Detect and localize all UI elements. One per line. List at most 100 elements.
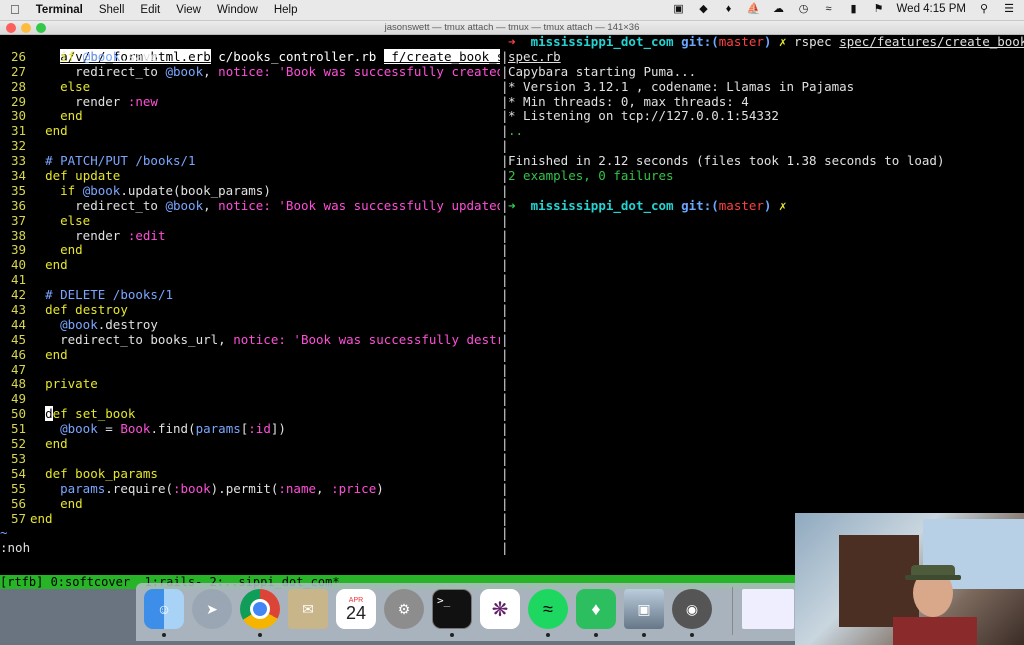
running-indicator: [594, 633, 598, 637]
code-line[interactable]: 53: [0, 451, 500, 467]
menu-edit[interactable]: Edit: [140, 4, 160, 16]
screen-record-icon[interactable]: ▣: [672, 3, 686, 15]
evernote-icon[interactable]: ♦: [576, 589, 616, 629]
code-line[interactable]: 30 end: [0, 109, 500, 124]
vim-pane[interactable]: a/v/b/_form.html.erb c/books_controller.…: [0, 35, 500, 575]
wifi-icon[interactable]: ≈: [822, 3, 836, 15]
line-number: 57: [10, 510, 26, 526]
menu-shell[interactable]: Shell: [99, 4, 125, 16]
vim-tabline: a/v/b/_form.html.erb c/books_controller.…: [0, 35, 500, 64]
menu-app-name[interactable]: Terminal: [36, 4, 83, 16]
code-buffer[interactable]: 26 if @book.save 27 redirect_to @book, no…: [0, 48, 500, 527]
code-line[interactable]: 34 def update: [0, 168, 500, 184]
cloud-icon[interactable]: ☁: [772, 3, 786, 15]
launchpad-icon[interactable]: ➤: [192, 589, 232, 629]
code-line[interactable]: 35 if @book.update(book_params): [0, 182, 500, 199]
window-titlebar[interactable]: jasonswett — tmux attach — tmux — tmux a…: [0, 21, 1024, 35]
code-line[interactable]: 51 @book = Book.find(params[:id]): [0, 421, 500, 437]
screenflow-icon[interactable]: ◉: [672, 589, 712, 629]
code-line[interactable]: 42 # DELETE /books/1: [0, 287, 500, 303]
code-token: ef: [52, 406, 76, 422]
menu-help[interactable]: Help: [274, 4, 298, 16]
code-line[interactable]: 46 end: [0, 347, 500, 363]
battery-icon[interactable]: ▮: [847, 3, 861, 15]
code-token: render: [30, 93, 128, 109]
divider-segment: |: [501, 361, 507, 377]
flag-icon[interactable]: ⚑: [872, 3, 886, 15]
code-line[interactable]: 49: [0, 391, 500, 407]
prompt-arrow-icon: ➜: [508, 197, 516, 213]
webcam-overlay: [795, 513, 1024, 645]
slack-icon[interactable]: ❋: [480, 589, 520, 629]
list-icon[interactable]: ☰: [1002, 3, 1016, 15]
menu-clock[interactable]: Wed 4:15 PM: [897, 3, 966, 15]
line-number: 49: [10, 391, 26, 407]
code-line[interactable]: 48 private: [0, 377, 500, 392]
menu-view[interactable]: View: [176, 4, 201, 16]
code-line[interactable]: 28 else: [0, 79, 500, 95]
code-token: .require(: [105, 480, 173, 496]
apple-menu-icon[interactable]: : [10, 3, 20, 16]
code-token: if: [60, 182, 83, 198]
dropbox-icon[interactable]: ◆: [697, 3, 711, 15]
docker-icon[interactable]: ⛵: [747, 3, 761, 15]
code-line[interactable]: 54 def book_params: [0, 466, 500, 482]
code-line[interactable]: 38 render :edit: [0, 227, 500, 244]
code-line[interactable]: 55 params.require(:book).permit(:name, :…: [0, 480, 500, 497]
calendar-icon[interactable]: APR 24: [336, 589, 376, 629]
evernote-icon[interactable]: ♦: [722, 3, 736, 15]
vim-tab-controller[interactable]: c/books_controller.rb: [210, 48, 384, 64]
vim-command-line[interactable]: :noh: [0, 540, 500, 556]
code-line[interactable]: 41: [0, 272, 500, 288]
vim-tab-spec[interactable]: f/create_book_spec.rb: [383, 48, 500, 64]
code-line[interactable]: 32: [0, 138, 500, 154]
code-token: @book: [82, 48, 121, 64]
line-number: 44: [10, 316, 26, 332]
code-token: def: [45, 302, 76, 318]
spotify-icon[interactable]: ≈: [528, 589, 568, 629]
code-line[interactable]: 56 end: [0, 495, 500, 512]
code-line[interactable]: 57 end: [0, 510, 500, 527]
shell-pane[interactable]: ➜ mississippi_dot_com git:(master) ✗ rsp…: [508, 35, 1024, 575]
code-line[interactable]: 43 def destroy: [0, 302, 500, 318]
clock-icon[interactable]: ◷: [797, 3, 811, 15]
running-indicator: [258, 633, 262, 637]
finder-icon[interactable]: ☺: [144, 589, 184, 629]
prompt-line[interactable]: ➜ mississippi_dot_com git:(master) ✗: [508, 197, 1024, 214]
minimized-window-thumbnail[interactable]: [742, 589, 794, 629]
code-token: render: [30, 227, 128, 243]
code-line[interactable]: 45 redirect_to books_url, notice: 'Book …: [0, 332, 500, 348]
code-line[interactable]: 36 redirect_to @book, notice: 'Book was …: [0, 197, 500, 214]
code-line[interactable]: 47: [0, 362, 500, 378]
code-line[interactable]: 39 end: [0, 243, 500, 258]
mail-icon[interactable]: ✉: [288, 589, 328, 629]
pane-divider[interactable]: |||||||||||||||||||||||||||||||||||: [501, 35, 507, 555]
code-line[interactable]: 37 else: [0, 213, 500, 229]
terminal-content[interactable]: a/v/b/_form.html.erb c/books_controller.…: [0, 35, 1024, 589]
preview-icon[interactable]: ▣: [624, 589, 664, 629]
system-preferences-icon[interactable]: ⚙: [384, 589, 424, 629]
divider-segment: |: [501, 227, 507, 243]
code-line[interactable]: 33 # PATCH/PUT /books/1: [0, 153, 500, 169]
code-token: =: [97, 421, 121, 437]
code-token: @book: [165, 197, 204, 213]
code-line[interactable]: 40 end: [0, 257, 500, 273]
code-line[interactable]: 29 render :new: [0, 93, 500, 110]
terminal-app-icon[interactable]: >_: [432, 589, 472, 629]
search-icon[interactable]: ⚲: [977, 3, 991, 15]
code-line[interactable]: 31 end: [0, 123, 500, 139]
code-token: end: [60, 242, 83, 258]
menu-window[interactable]: Window: [217, 4, 258, 16]
code-line[interactable]: 50 def set_book: [0, 406, 500, 422]
chrome-icon[interactable]: [240, 589, 280, 629]
code-token: end: [60, 495, 83, 511]
code-line[interactable]: 52 end: [0, 436, 500, 452]
code-line[interactable]: 27 redirect_to @book, notice: 'Book was …: [0, 64, 500, 80]
code-line[interactable]: 44 @book.destroy: [0, 316, 500, 333]
code-token: .save: [120, 48, 158, 64]
